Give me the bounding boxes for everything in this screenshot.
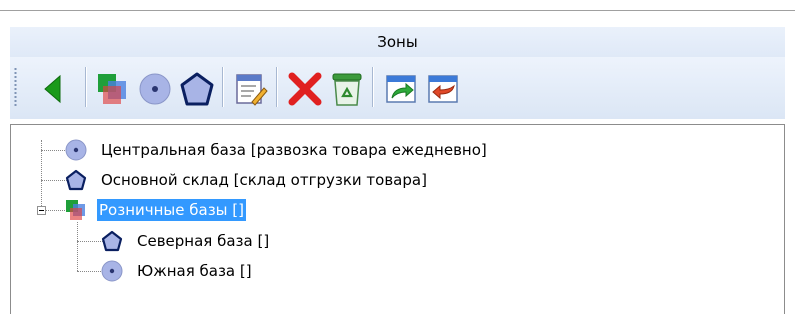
tree-node-label[interactable]: Южная база [] <box>135 260 254 282</box>
toolbar-separator <box>276 67 277 107</box>
panel-title: Зоны <box>10 27 785 57</box>
tree-connector <box>77 241 103 242</box>
circle-zone-icon <box>101 260 123 282</box>
toolbar-separator <box>372 67 373 107</box>
tree-connector <box>41 150 67 151</box>
recycle-bin-icon <box>329 70 365 108</box>
toolbar-separator <box>222 67 223 107</box>
back-button[interactable] <box>32 69 74 109</box>
polygon-zone-icon <box>101 230 123 252</box>
import-icon <box>426 72 460 106</box>
add-polygon-zone-button[interactable] <box>176 69 218 109</box>
tree-connector <box>77 271 103 272</box>
edit-properties-button[interactable] <box>230 69 272 109</box>
recycle-bin-button[interactable] <box>326 69 368 109</box>
zone-group-icon <box>65 199 87 221</box>
tree-node-label[interactable]: Северная база [] <box>135 230 271 252</box>
add-circle-zone-button[interactable] <box>134 69 176 109</box>
zones-tree[interactable]: Центральная база [развозка товара ежедне… <box>10 124 785 314</box>
import-button[interactable] <box>422 69 464 109</box>
tree-node-label[interactable]: Розничные базы [] <box>97 199 246 221</box>
zone-group-icon <box>95 71 131 107</box>
tree-connector <box>77 222 78 271</box>
tree-node-label[interactable]: Центральная база [развозка товара ежедне… <box>99 139 489 161</box>
tree-connector <box>46 210 67 211</box>
polygon-zone-icon <box>65 169 87 191</box>
tree-node-label[interactable]: Основной склад [склад отгрузки товара] <box>99 169 429 191</box>
top-divider <box>0 10 795 11</box>
collapse-toggle[interactable] <box>37 206 46 215</box>
delete-button[interactable] <box>284 69 326 109</box>
edit-properties-icon <box>234 72 268 106</box>
back-arrow-icon <box>42 74 64 104</box>
toolbar-grip[interactable] <box>14 67 17 107</box>
export-button[interactable] <box>380 69 422 109</box>
polygon-zone-icon <box>179 71 215 107</box>
add-zone-group-button[interactable] <box>92 69 134 109</box>
tree-connector <box>41 180 67 181</box>
toolbar-separator <box>85 67 86 107</box>
circle-zone-icon <box>65 139 87 161</box>
delete-icon <box>286 70 324 108</box>
export-icon <box>384 72 418 106</box>
toolbar <box>10 57 785 119</box>
circle-zone-icon <box>138 72 172 106</box>
